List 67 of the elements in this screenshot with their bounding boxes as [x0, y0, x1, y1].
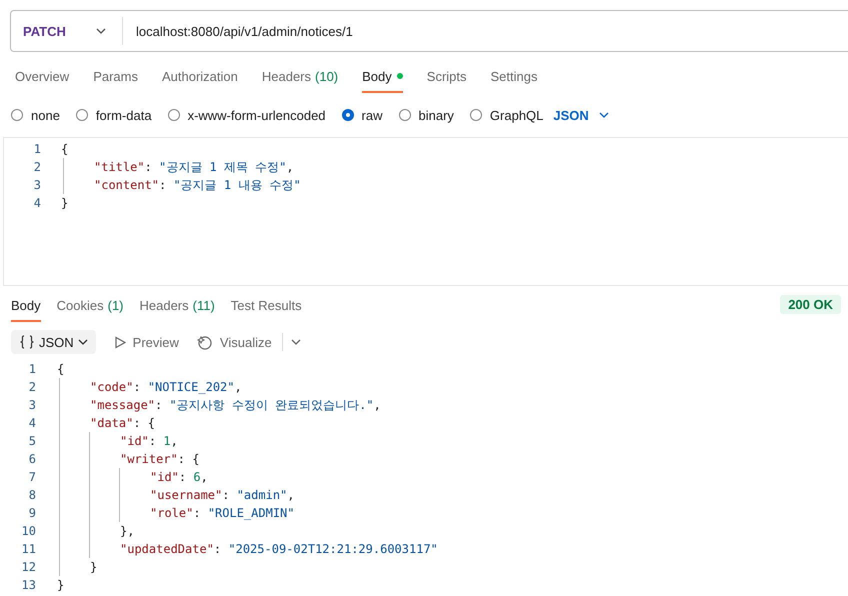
response-tab[interactable]: Headers (11) [140, 295, 215, 322]
line-number: 3 [32, 177, 42, 194]
line-number: 2 [32, 159, 42, 176]
response-tab[interactable]: Cookies (1) [56, 295, 124, 322]
request-tab[interactable]: Authorization [162, 66, 238, 93]
code-line: { [60, 141, 68, 158]
code-line: "content": "공지글 1 내용 수정" [93, 177, 301, 194]
format-dropdown[interactable]: JSON [11, 330, 96, 354]
line-number: 7 [28, 469, 37, 486]
request-tab[interactable]: Headers (10) [262, 66, 338, 93]
line-number: 10 [20, 523, 37, 540]
request-tab[interactable]: Scripts [426, 66, 467, 93]
response-tab[interactable]: Body [11, 295, 41, 322]
body-type-radio[interactable]: form-data [76, 108, 152, 122]
method-dropdown[interactable]: PATCH [11, 17, 123, 45]
url-field[interactable]: localhost:8080/api/v1/admin/notices/1 [123, 24, 353, 38]
code-line: "title": "공지글 1 제목 수정", [93, 159, 294, 176]
line-number: 12 [20, 559, 37, 576]
code-line: "id": 1, [119, 433, 178, 450]
code-line: "username": "admin", [149, 487, 295, 504]
line-number: 8 [28, 487, 37, 504]
code-line: "updatedDate": "2025-09-02T12:21:29.6003117" [119, 541, 438, 558]
code-line: "data": { [89, 415, 156, 432]
body-type-radio[interactable]: raw [342, 108, 382, 122]
chevron-down-icon [290, 339, 301, 345]
line-number: 4 [32, 195, 42, 212]
line-number: 4 [28, 415, 37, 432]
code-line: "writer": { [119, 451, 200, 468]
request-tab[interactable]: Params [93, 66, 138, 93]
code-line: "id": 6, [149, 469, 208, 486]
line-number: 13 [20, 577, 37, 594]
request-body-editor[interactable]: 1 { 2 "title": "공지글 1 제목 수정", 3 "content": "공지글 1 내용 수정" 4 } [3, 137, 848, 286]
code-line: } [60, 195, 68, 212]
line-number: 3 [28, 397, 37, 414]
code-line: "role": "ROLE_ADMIN" [149, 505, 295, 522]
body-type-radio[interactable]: GraphQL [470, 108, 544, 122]
body-type-radio[interactable]: x-www-form-urlencoded [168, 108, 326, 122]
line-number: 1 [28, 361, 37, 378]
line-number: 11 [20, 541, 37, 558]
chevron-down-icon [78, 339, 88, 345]
response-tab[interactable]: Test Results [230, 295, 302, 322]
line-number: 2 [28, 379, 37, 396]
request-tab[interactable]: Body [362, 66, 403, 93]
line-number: 5 [28, 433, 37, 450]
code-line: }, [119, 523, 134, 540]
sparkle-icon [196, 334, 213, 350]
chevron-down-icon [598, 112, 609, 118]
play-icon [114, 336, 126, 348]
code-line: "code": "NOTICE_202", [89, 379, 242, 396]
code-line: { [56, 361, 64, 378]
request-tab[interactable]: Overview [15, 66, 70, 93]
chevron-down-icon [96, 28, 106, 34]
code-line: } [89, 559, 98, 576]
line-number: 1 [32, 141, 42, 158]
format-dropdown[interactable]: JSON [553, 108, 609, 122]
more-dropdown[interactable] [290, 339, 301, 345]
braces-icon [19, 335, 35, 349]
body-type-radio[interactable]: none [11, 108, 60, 122]
preview-button[interactable]: Preview [114, 334, 179, 350]
status-badge: 200 OK [780, 295, 841, 314]
code-line: } [56, 577, 64, 594]
visualize-button[interactable]: Visualize [196, 334, 272, 350]
body-type-radio[interactable]: binary [398, 108, 454, 122]
request-tab[interactable]: Settings [490, 66, 538, 93]
code-line: "message": "공지사항 수정이 완료되었습니다.", [89, 397, 381, 414]
line-number: 9 [28, 505, 37, 522]
line-number: 6 [28, 451, 37, 468]
